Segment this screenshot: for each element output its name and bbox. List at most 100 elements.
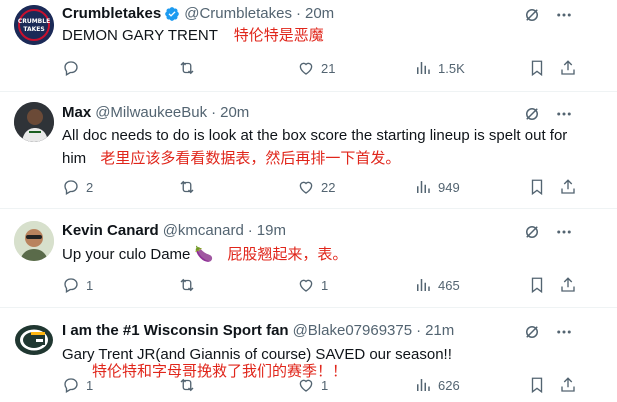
view-count: 949 xyxy=(438,179,460,195)
reply-button[interactable]: 1 xyxy=(62,376,93,394)
more-options-icon[interactable] xyxy=(555,323,573,341)
translation-annotation: 特伦特是恶魔 xyxy=(233,26,324,44)
share-button[interactable] xyxy=(559,276,577,294)
tweet-wisconsin-fan[interactable]: I am the #1 Wisconsin Sport fan @Blake07… xyxy=(0,308,617,402)
share-button[interactable] xyxy=(559,178,577,196)
repost-icon xyxy=(180,278,194,292)
like-count: 1 xyxy=(321,277,329,293)
display-name[interactable]: Kevin Canard xyxy=(62,221,159,241)
grok-icon[interactable] xyxy=(523,6,541,24)
grok-icon[interactable] xyxy=(523,223,541,241)
tweet-crumbletakes[interactable]: CRUMBLE TAKES Crumbletakes @Crumbletakes… xyxy=(0,0,617,92)
like-button[interactable]: 21 xyxy=(297,59,335,77)
action-bar: 21 1.5K xyxy=(62,59,582,79)
avatar[interactable]: CRUMBLE TAKES xyxy=(14,5,54,45)
more-options-icon[interactable] xyxy=(555,223,573,241)
packers-logo xyxy=(15,325,53,355)
share-icon xyxy=(561,179,575,194)
like-count: 21 xyxy=(321,60,336,76)
views-button[interactable]: 1.5K xyxy=(414,59,465,77)
action-bar: 1 1 465 xyxy=(62,276,582,296)
avatar[interactable] xyxy=(14,221,54,261)
separator-dot: · xyxy=(295,5,301,22)
reply-icon xyxy=(64,378,78,393)
separator-dot: · xyxy=(247,222,253,239)
repost-icon xyxy=(180,378,194,392)
bookmark-button[interactable] xyxy=(528,178,546,196)
reply-count: 1 xyxy=(86,277,94,293)
timestamp[interactable]: 20m xyxy=(305,4,334,24)
reply-icon xyxy=(64,278,78,293)
like-button[interactable]: 1 xyxy=(297,276,328,294)
more-options-icon[interactable] xyxy=(555,6,573,24)
display-name[interactable]: Crumbletakes xyxy=(62,4,161,24)
share-icon xyxy=(561,377,575,392)
avatar[interactable] xyxy=(14,102,54,142)
repost-button[interactable] xyxy=(178,376,202,394)
views-button[interactable]: 465 xyxy=(414,276,460,294)
separator-dot: · xyxy=(416,322,422,339)
more-options-icon[interactable] xyxy=(555,105,573,123)
tweet-text: DEMON GARY TRENT 特伦特是恶魔 xyxy=(62,25,572,46)
reply-count: 2 xyxy=(86,179,94,195)
views-chart-icon xyxy=(417,379,430,391)
repost-icon xyxy=(180,61,194,75)
tweet-content: DEMON GARY TRENT xyxy=(62,27,218,44)
reply-icon xyxy=(64,180,78,195)
like-button[interactable]: 22 xyxy=(297,178,335,196)
action-bar: 2 22 949 xyxy=(62,178,582,198)
timestamp[interactable]: 20m xyxy=(220,103,249,123)
tweet-header: Crumbletakes @Crumbletakes · 20m xyxy=(62,4,334,24)
handle[interactable]: @MilwaukeeBuk xyxy=(95,103,207,123)
handle[interactable]: @Crumbletakes xyxy=(184,4,292,24)
share-button[interactable] xyxy=(559,376,577,394)
svg-text:TAKES: TAKES xyxy=(23,26,44,33)
crumbletakes-logo: CRUMBLE TAKES xyxy=(14,5,54,45)
reply-button[interactable] xyxy=(62,59,86,77)
verified-badge-icon xyxy=(165,7,180,21)
handle[interactable]: @kmcanard xyxy=(163,221,244,241)
bookmark-button[interactable] xyxy=(528,376,546,394)
reply-button[interactable]: 2 xyxy=(62,178,93,196)
avatar[interactable] xyxy=(14,320,54,360)
bookmark-button[interactable] xyxy=(528,59,546,77)
player-photo xyxy=(14,102,54,142)
reply-icon xyxy=(64,61,78,76)
profile-photo xyxy=(14,221,54,261)
reply-button[interactable]: 1 xyxy=(62,276,93,294)
action-bar: 1 1 626 xyxy=(62,376,582,396)
heart-icon xyxy=(299,181,313,194)
tweet-header: Max @MilwaukeeBuk · 20m xyxy=(62,103,249,123)
heart-icon xyxy=(299,279,313,292)
view-count: 626 xyxy=(438,377,460,393)
grok-icon[interactable] xyxy=(523,323,541,341)
like-button[interactable]: 1 xyxy=(297,376,328,394)
heart-icon xyxy=(299,379,313,392)
repost-button[interactable] xyxy=(178,178,202,196)
tweet-text: Up your culo Dame 🍆 屁股翘起来，表。 xyxy=(62,244,572,265)
repost-button[interactable] xyxy=(178,59,202,77)
translation-annotation: 屁股翘起来，表。 xyxy=(227,245,348,263)
display-name[interactable]: Max xyxy=(62,103,91,123)
like-count: 1 xyxy=(321,377,329,393)
tweet-kevin-canard[interactable]: Kevin Canard @kmcanard · 19m Up your cul… xyxy=(0,209,617,308)
view-count: 465 xyxy=(438,277,460,293)
share-button[interactable] xyxy=(559,59,577,77)
tweet-max[interactable]: Max @MilwaukeeBuk · 20m All doc needs to… xyxy=(0,92,617,209)
repost-button[interactable] xyxy=(178,276,202,294)
timestamp[interactable]: 19m xyxy=(257,221,286,241)
tweet-header: Kevin Canard @kmcanard · 19m xyxy=(62,221,286,241)
views-button[interactable]: 626 xyxy=(414,376,460,394)
heart-icon xyxy=(299,62,313,75)
views-button[interactable]: 949 xyxy=(414,178,460,196)
timestamp[interactable]: 21m xyxy=(425,321,454,341)
bookmark-icon xyxy=(531,60,543,77)
tweet-header: I am the #1 Wisconsin Sport fan @Blake07… xyxy=(62,321,454,341)
display-name[interactable]: I am the #1 Wisconsin Sport fan xyxy=(62,321,289,341)
grok-icon[interactable] xyxy=(523,105,541,123)
bookmark-button[interactable] xyxy=(528,276,546,294)
bookmark-icon xyxy=(531,377,543,394)
like-count: 22 xyxy=(321,179,336,195)
handle[interactable]: @Blake07969375 xyxy=(293,321,413,341)
view-count: 1.5K xyxy=(438,60,465,76)
